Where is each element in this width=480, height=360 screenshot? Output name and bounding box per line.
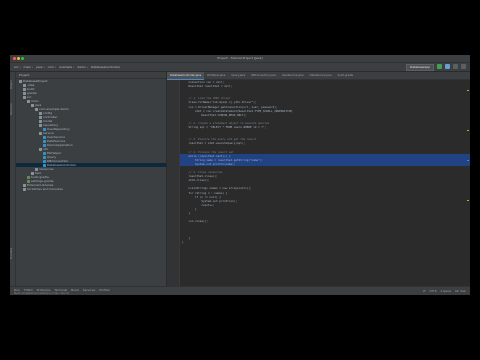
title-bar: Project - Tutorial Project [Java] xyxy=(10,55,470,63)
breadcrumb-item[interactable]: java › xyxy=(36,65,44,69)
tool-window-tab[interactable]: Profiler xyxy=(99,288,110,292)
editor-tab[interactable]: Query.java xyxy=(228,72,248,79)
breadcrumb-item[interactable]: src › xyxy=(14,65,21,69)
window-title: Project - Tutorial Project [Java] xyxy=(217,56,263,60)
editor-tab[interactable]: DatabaseController.java xyxy=(167,72,205,80)
ide-window: Project - Tutorial Project [Java] src › m… xyxy=(10,55,470,295)
status-indicator[interactable]: UTF-8 xyxy=(429,290,436,293)
tree-item[interactable]: Scratches and Consoles xyxy=(16,187,166,191)
editor-tab[interactable]: DBConnection.java xyxy=(248,72,279,79)
favorites-tool-tab[interactable]: Favorites xyxy=(10,242,15,264)
search-icon[interactable] xyxy=(461,64,466,69)
build-icon[interactable] xyxy=(453,64,459,69)
breadcrumb: src › main › java › com › example › demo › Dat… xyxy=(14,65,123,69)
editor-panel: DatabaseController.java DbHelper.java Quer… xyxy=(167,72,470,286)
folder-icon xyxy=(23,187,26,191)
project-tool-tab[interactable]: Project xyxy=(10,74,15,96)
run-icon[interactable] xyxy=(437,64,443,69)
editor-scroll-markers[interactable] xyxy=(467,80,469,286)
breadcrumb-item[interactable]: demo › xyxy=(77,65,88,69)
breadcrumb-item[interactable]: DatabaseController xyxy=(91,65,120,69)
editor-tabs: DatabaseController.java DbHelper.java Quer… xyxy=(167,72,470,80)
run-configuration-select[interactable]: DatabaseApp xyxy=(405,64,435,71)
status-bar: Run TODO Problems Terminal Build Services Prof… xyxy=(10,286,470,295)
toolbar-right: DatabaseApp xyxy=(405,64,466,71)
editor-tab[interactable]: DbHelper.java xyxy=(204,72,228,79)
debug-icon[interactable] xyxy=(445,64,451,69)
project-panel: Project DatabaseProject .idea build gradle s… xyxy=(16,72,166,286)
code-area[interactable]: Connection con = null; ResultSet resultS… xyxy=(180,80,470,286)
structure-tool-tab[interactable]: Structure xyxy=(10,98,15,120)
line-gutter xyxy=(167,80,180,286)
status-message: Build completed successfully in 2 sec, 3… xyxy=(14,292,70,295)
code-line: } xyxy=(182,239,184,244)
tool-window-tab[interactable]: Build xyxy=(71,288,79,292)
tree-item-label: Scratches and Consoles xyxy=(27,187,63,191)
tool-window-tab[interactable]: Services xyxy=(83,288,96,292)
breadcrumb-item[interactable]: com › xyxy=(48,65,57,69)
status-indicators: LF UTF-8 4 spaces Git: main xyxy=(419,290,466,293)
breadcrumb-item[interactable]: example › xyxy=(59,65,74,69)
editor-tab[interactable]: build.gradle xyxy=(335,72,356,79)
breadcrumb-item[interactable]: main › xyxy=(24,65,34,69)
editor-tab[interactable]: DataService.java xyxy=(307,72,335,79)
project-panel-header: Project xyxy=(16,72,166,79)
status-indicator[interactable]: Git: main xyxy=(455,290,466,293)
navigation-bar: src › main › java › com › example › demo › Dat… xyxy=(10,63,470,72)
status-indicator[interactable]: LF xyxy=(423,290,426,293)
editor-tab[interactable]: UserService.java xyxy=(279,72,307,79)
project-tree: DatabaseProject .idea build gradle src main ja… xyxy=(16,79,166,191)
status-indicator[interactable]: 4 spaces xyxy=(440,290,451,293)
